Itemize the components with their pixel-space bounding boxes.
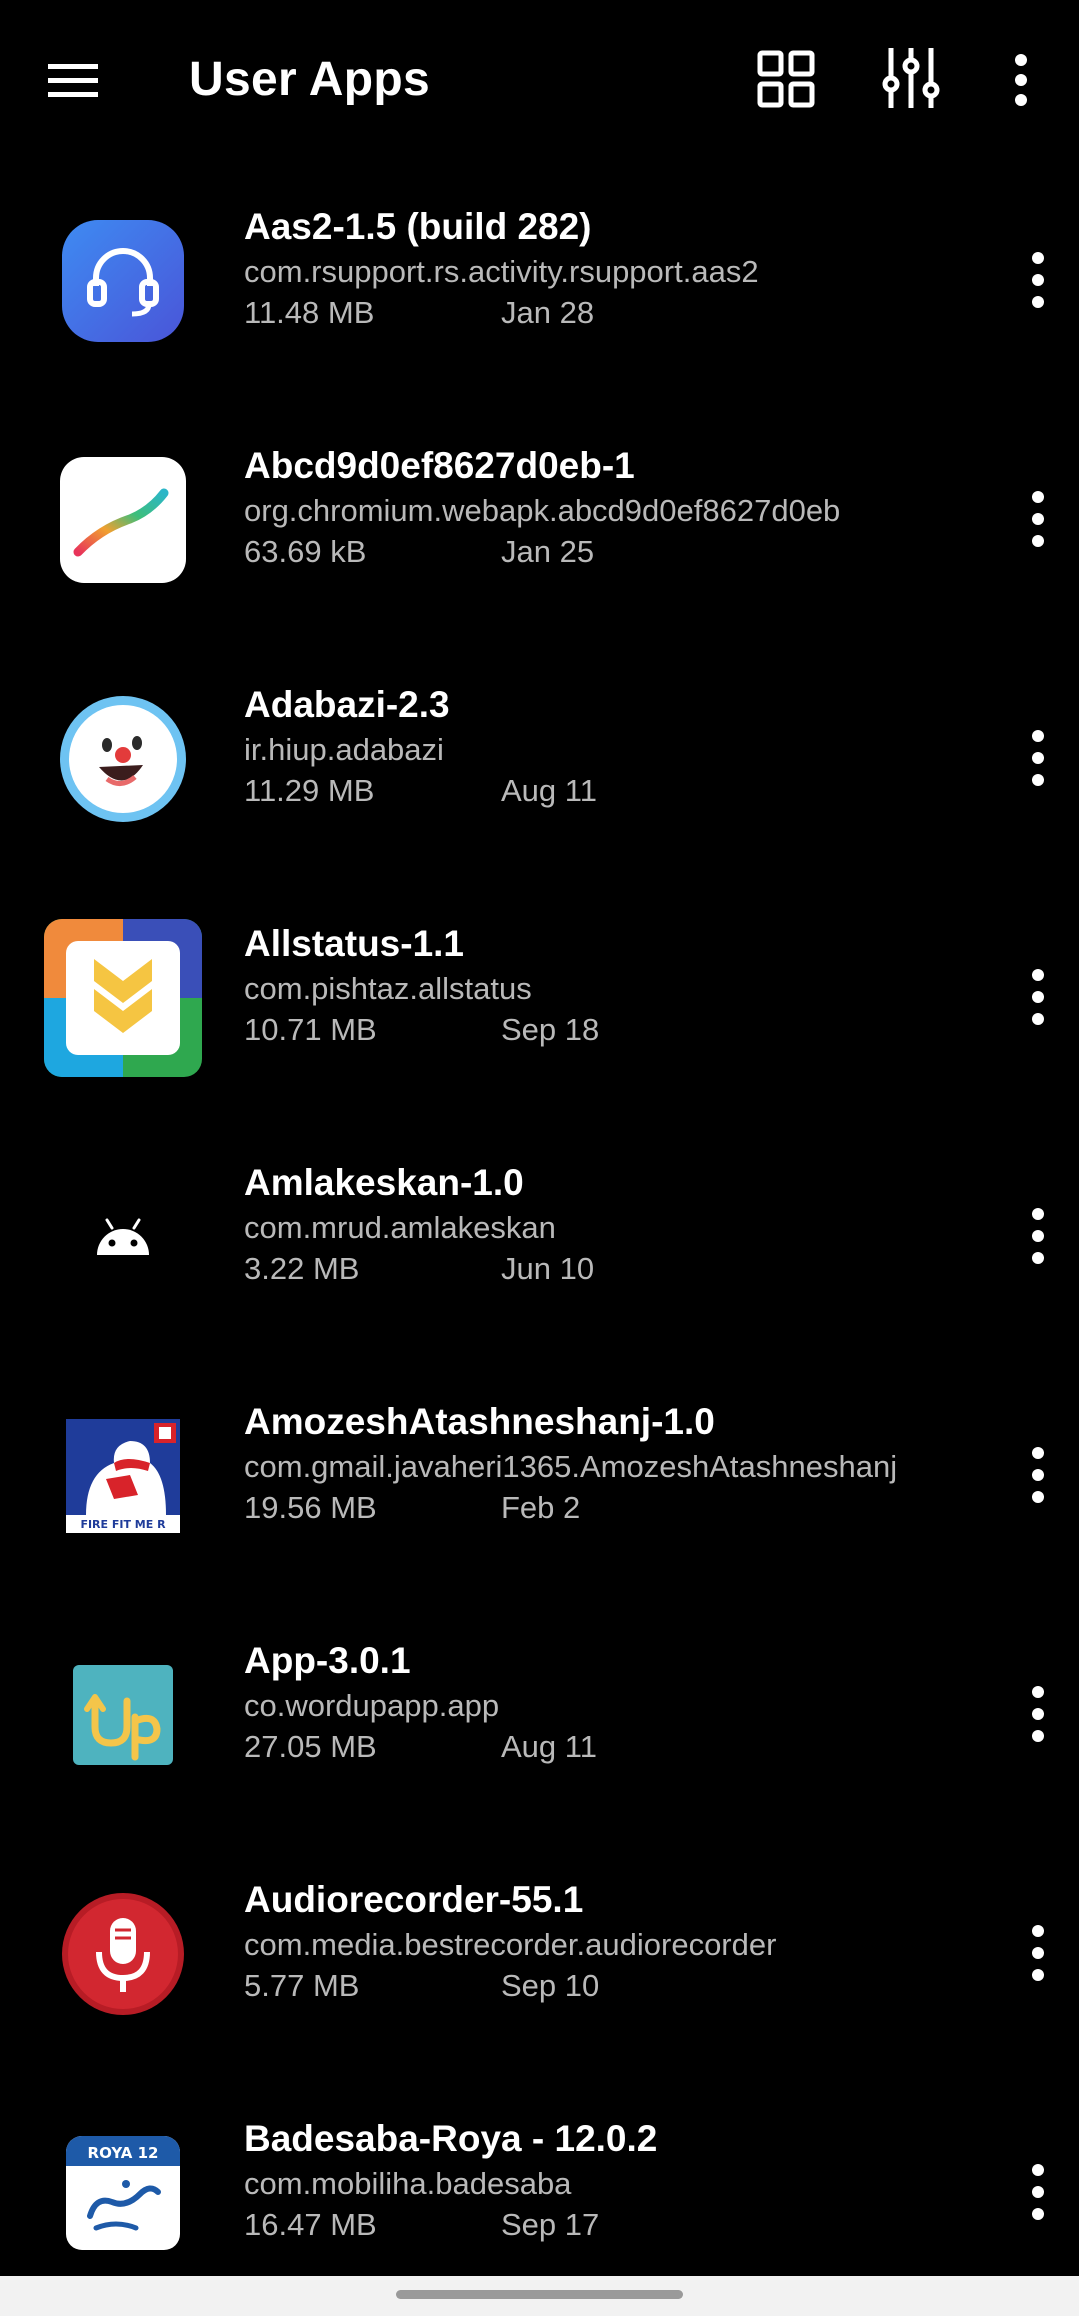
more-vert-icon[interactable] (1020, 479, 1056, 559)
app-name: Amlakeskan-1.0 (244, 1162, 524, 1203)
app-package: ir.hiup.adabazi (244, 732, 444, 767)
headset-icon (44, 202, 202, 360)
app-size: 3.22 MB (244, 1251, 360, 1286)
more-vert-icon[interactable] (1006, 50, 1036, 110)
app-size: 63.69 kB (244, 534, 367, 569)
app-date: Sep 17 (501, 2207, 600, 2242)
app-list: Aas2-1.5 (build 282) com.rsupport.rs.act… (0, 160, 1079, 2311)
list-item[interactable]: Aas2-1.5 (build 282) com.rsupport.rs.act… (0, 160, 1079, 399)
more-vert-icon[interactable] (1020, 957, 1056, 1037)
app-size: 11.29 MB (244, 773, 375, 808)
app-date: Aug 11 (501, 1729, 597, 1764)
list-item[interactable]: Adabazi-2.3 ir.hiup.adabazi 11.29 MB Aug… (0, 638, 1079, 877)
app-package: com.mobiliha.badesaba (244, 2166, 572, 2201)
app-size: 19.56 MB (244, 1490, 377, 1525)
app-name: App-3.0.1 (244, 1640, 411, 1681)
app-name: Badesaba-Roya - 12.0.2 (244, 2118, 658, 2159)
list-item[interactable]: Audiorecorder-55.1 com.media.bestrecorde… (0, 1833, 1079, 2072)
chevron-shield-icon (44, 919, 202, 1077)
more-vert-icon[interactable] (1020, 1435, 1056, 1515)
app-size: 11.48 MB (244, 295, 375, 330)
app-date: Jan 28 (501, 295, 595, 330)
more-vert-icon[interactable] (1020, 1913, 1056, 1993)
list-item[interactable]: App-3.0.1 co.wordupapp.app 27.05 MB Aug … (0, 1594, 1079, 1833)
app-size: 27.05 MB (244, 1729, 377, 1764)
app-package: org.chromium.webapk.abcd9d0ef8627d0eb (244, 493, 841, 528)
app-package: co.wordupapp.app (244, 1688, 500, 1723)
microphone-icon (44, 1875, 202, 2033)
laughing-face-icon (44, 680, 202, 838)
app-date: Jun 10 (501, 1251, 595, 1286)
app-name: Allstatus-1.1 (244, 923, 465, 964)
more-vert-icon[interactable] (1020, 2152, 1056, 2232)
more-vert-icon[interactable] (1020, 1196, 1056, 1276)
app-size: 10.71 MB (244, 1012, 377, 1047)
app-name: Abcd9d0ef8627d0eb-1 (244, 445, 635, 486)
app-date: Jan 25 (501, 534, 595, 569)
svg-text:FIRE FIT ME R: FIRE FIT ME R (80, 1518, 166, 1531)
filter-sliders-icon[interactable] (880, 44, 942, 112)
list-item[interactable]: Abcd9d0ef8627d0eb-1 org.chromium.webapk.… (0, 399, 1079, 638)
list-item[interactable]: FIRE FIT ME R AmozeshAtashneshanj-1.0 co… (0, 1355, 1079, 1594)
app-date: Sep 10 (501, 1968, 600, 2003)
list-item[interactable]: Amlakeskan-1.0 com.mrud.amlakeskan 3.22 … (0, 1116, 1079, 1355)
app-package: com.rsupport.rs.activity.rsupport.aas2 (244, 254, 759, 289)
gesture-navigation-bar (0, 2276, 1079, 2316)
app-size: 5.77 MB (244, 1968, 360, 2003)
home-gesture-handle[interactable] (396, 2290, 683, 2299)
firefighter-icon: FIRE FIT ME R (44, 1397, 202, 1555)
list-item[interactable]: Allstatus-1.1 com.pishtaz.allstatus 10.7… (0, 877, 1079, 1116)
grid-view-icon[interactable] (755, 48, 817, 110)
calendar-logo-icon: ROYA 12 (44, 2114, 202, 2272)
more-vert-icon[interactable] (1020, 240, 1056, 320)
app-package: com.mrud.amlakeskan (244, 1210, 556, 1245)
app-package: com.media.bestrecorder.audiorecorder (244, 1927, 777, 1962)
app-date: Aug 11 (501, 773, 597, 808)
top-app-bar: User Apps (0, 0, 1079, 160)
app-name: Audiorecorder-55.1 (244, 1879, 584, 1920)
up-arrow-icon (44, 1636, 202, 1794)
app-name: Aas2-1.5 (build 282) (244, 206, 592, 247)
app-name: AmozeshAtashneshanj-1.0 (244, 1401, 715, 1442)
app-package: com.pishtaz.allstatus (244, 971, 532, 1006)
app-date: Feb 2 (501, 1490, 581, 1525)
more-vert-icon[interactable] (1020, 1674, 1056, 1754)
app-size: 16.47 MB (244, 2207, 377, 2242)
app-date: Sep 18 (501, 1012, 600, 1047)
app-name: Adabazi-2.3 (244, 684, 450, 725)
page-title: User Apps (189, 53, 430, 106)
hamburger-menu-icon[interactable] (40, 50, 106, 110)
more-vert-icon[interactable] (1020, 718, 1056, 798)
app-package: com.gmail.javaheri1365.AmozeshAtashnesha… (244, 1449, 898, 1484)
svg-text:ROYA 12: ROYA 12 (88, 2144, 159, 2162)
android-icon (44, 1158, 202, 1316)
gradient-swoosh-icon (44, 441, 202, 599)
